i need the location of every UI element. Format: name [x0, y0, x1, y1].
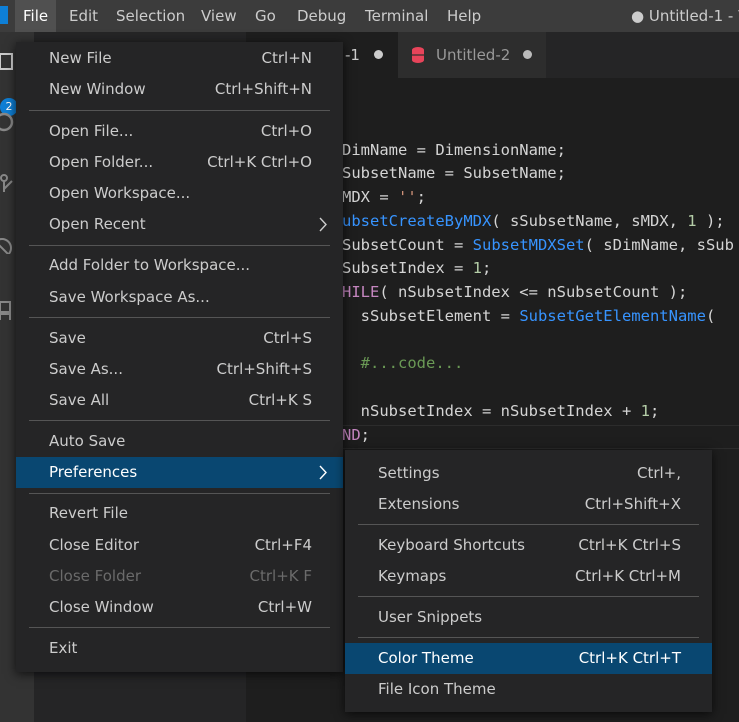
unsaved-dot-icon[interactable] — [523, 50, 532, 59]
menu-item-auto-save[interactable]: Auto Save — [16, 426, 343, 457]
code-line[interactable]: MDX = ''; — [342, 188, 426, 206]
menu-item-open-file[interactable]: Open File... Ctrl+O — [16, 116, 343, 147]
menu-item-settings[interactable]: Settings Ctrl+, — [345, 458, 712, 489]
menu-selection[interactable]: Selection — [108, 0, 193, 32]
menu-view[interactable]: View — [193, 0, 245, 32]
code-line[interactable]: sSubsetElement = SubsetGetElementName( — [342, 307, 716, 325]
code-text: ( nSubsetIndex <= nSubsetCount ); — [379, 283, 688, 301]
code-number: 1 — [472, 259, 482, 277]
menu-item-save-all[interactable]: Save All Ctrl+K S — [16, 385, 343, 416]
menu-item-user-snippets[interactable]: User Snippets — [345, 602, 712, 633]
menu-separator — [29, 493, 330, 494]
code-text: ( sSubsetName, sMDX, — [491, 212, 688, 230]
unsaved-dot-icon[interactable] — [374, 50, 383, 59]
menu-item-exit[interactable]: Exit — [16, 633, 343, 664]
code-text: SubsetCount = — [342, 236, 473, 254]
menu-file[interactable]: File — [15, 0, 57, 32]
code-line[interactable]: SubsetName = SubsetName; — [342, 164, 566, 182]
menu-help[interactable]: Help — [439, 0, 489, 32]
code-function: ubsetCreateByMDX — [342, 212, 492, 230]
menu-item-new-file[interactable]: New File Ctrl+N — [16, 43, 343, 74]
menu-edit[interactable]: Edit — [61, 0, 106, 32]
menu-separator — [29, 420, 330, 421]
menu-item-extensions[interactable]: Extensions Ctrl+Shift+X — [345, 489, 712, 520]
search-icon[interactable] — [0, 112, 14, 132]
code-text: ( — [705, 307, 716, 325]
menu-item-preferences[interactable]: Preferences — [16, 457, 343, 488]
menu-separator — [29, 110, 330, 111]
menu-item-revert-file[interactable]: Revert File — [16, 498, 343, 529]
tab-untitled-2[interactable]: Untitled-2 — [398, 32, 546, 78]
code-number: 1 — [687, 212, 697, 230]
code-keyword: HILE — [342, 283, 380, 301]
menu-item-close-folder: Close Folder Ctrl+K F — [49, 567, 312, 585]
menu-item-color-theme[interactable]: Color Theme Ctrl+K Ctrl+T — [345, 643, 712, 674]
code-line[interactable]: HILE( nSubsetIndex <= nSubsetCount ); — [342, 283, 687, 301]
code-function: SubsetGetElementName — [519, 307, 706, 325]
menu-separator — [358, 637, 699, 638]
vscode-logo-icon — [0, 6, 8, 24]
tab-label: Untitled-2 — [436, 46, 511, 64]
menu-item-open-workspace[interactable]: Open Workspace... — [16, 178, 343, 209]
menu-item-new-window[interactable]: New Window Ctrl+Shift+N — [16, 74, 343, 105]
code-keyword: ND — [342, 426, 361, 444]
file-menu: New File Ctrl+N New Window Ctrl+Shift+N Op… — [16, 42, 343, 672]
files-icon[interactable] — [0, 52, 14, 72]
menu-separator — [29, 627, 330, 628]
code-line[interactable]: ND; — [342, 426, 370, 444]
menu-item-close-editor[interactable]: Close Editor Ctrl+F4 — [16, 530, 343, 561]
code-line[interactable]: SubsetIndex = 1; — [342, 259, 491, 277]
menu-separator — [358, 524, 699, 525]
menu-separator — [29, 245, 330, 246]
menu-debug[interactable]: Debug — [289, 0, 354, 32]
code-text: ; — [360, 426, 371, 444]
window-title: ● Untitled-1 - Vis — [631, 7, 739, 25]
code-text: ; — [482, 259, 492, 277]
menu-item-close-window[interactable]: Close Window Ctrl+W — [16, 592, 343, 623]
menu-item-save[interactable]: Save Ctrl+S — [16, 323, 343, 354]
extensions-icon[interactable] — [0, 300, 14, 320]
code-text: SubsetIndex = — [342, 259, 473, 277]
menu-bar: File Edit Selection View Go Debug Termin… — [0, 0, 739, 32]
code-text: ; — [649, 402, 660, 420]
code-text: ( sDimName, sSub — [584, 236, 734, 254]
menu-item-open-recent[interactable]: Open Recent — [16, 209, 343, 240]
menu-go[interactable]: Go — [247, 0, 284, 32]
preferences-submenu: Settings Ctrl+, Extensions Ctrl+Shift+X Ke… — [345, 450, 712, 712]
code-text: ; — [416, 188, 427, 206]
code-text: MDX = — [342, 188, 398, 206]
menu-item-save-workspace-as[interactable]: Save Workspace As... — [16, 282, 343, 313]
code-line[interactable]: ubsetCreateByMDX( sSubsetName, sMDX, 1 )… — [342, 212, 725, 230]
menu-item-open-folder[interactable]: Open Folder... Ctrl+K Ctrl+O — [16, 147, 343, 178]
code-function: SubsetMDXSet — [472, 236, 585, 254]
menu-separator — [29, 317, 330, 318]
code-comment[interactable]: #...code... — [342, 354, 464, 372]
code-text: nSubsetIndex = nSubsetIndex + — [342, 402, 641, 420]
code-number: 1 — [640, 402, 650, 420]
code-line[interactable]: nSubsetIndex = nSubsetIndex + 1; — [342, 402, 660, 420]
menu-terminal[interactable]: Terminal — [357, 0, 436, 32]
code-text: ); — [696, 212, 725, 230]
code-line[interactable]: SubsetCount = SubsetMDXSet( sDimName, sS… — [342, 236, 734, 254]
menu-item-keyboard-shortcuts[interactable]: Keyboard Shortcuts Ctrl+K Ctrl+S — [345, 530, 712, 561]
source-control-icon[interactable] — [0, 172, 14, 192]
menu-item-file-icon-theme[interactable]: File Icon Theme — [345, 674, 712, 705]
code-text: sSubsetElement = — [342, 307, 520, 325]
debug-icon[interactable] — [0, 234, 14, 254]
menu-item-save-as[interactable]: Save As... Ctrl+Shift+S — [16, 354, 343, 385]
chevron-right-icon — [319, 465, 327, 480]
code-line[interactable]: DimName = DimensionName; — [342, 141, 566, 159]
chevron-right-icon — [319, 217, 327, 232]
menu-item-add-folder[interactable]: Add Folder to Workspace... — [16, 250, 343, 281]
database-icon — [412, 47, 424, 63]
tab-label: -1 — [345, 46, 360, 64]
menu-item-keymaps[interactable]: Keymaps Ctrl+K Ctrl+M — [345, 561, 712, 592]
menu-separator — [358, 596, 699, 597]
code-string: '' — [398, 188, 417, 206]
